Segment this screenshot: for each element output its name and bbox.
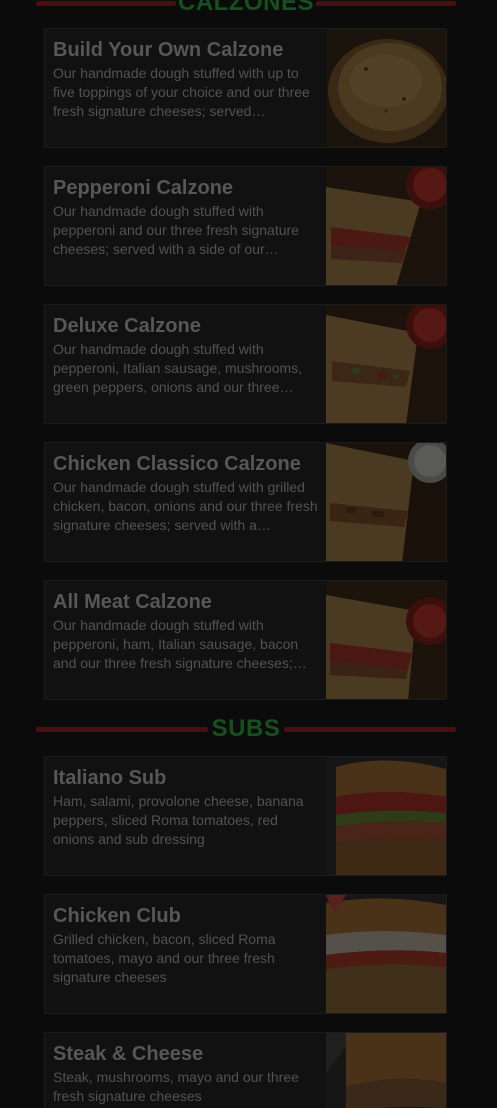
menu-item-card[interactable]: All Meat Calzone Our handmade dough stuf… [44, 580, 447, 700]
menu-item-card[interactable]: Deluxe Calzone Our handmade dough stuffe… [44, 304, 447, 424]
menu-item-text: Build Your Own Calzone Our handmade doug… [53, 37, 321, 121]
menu-item-card[interactable]: Italiano Sub Ham, salami, provolone chee… [44, 756, 447, 876]
section-header-subs: SUBS [36, 714, 456, 744]
calzone-photo [326, 305, 446, 423]
menu-item-name: Steak & Cheese [53, 1043, 204, 1065]
menu-item-name: Italiano Sub [53, 767, 167, 789]
calzone-photo [326, 29, 446, 147]
menu-item-name: Build Your Own Calzone [53, 39, 284, 61]
menu-item-name: All Meat Calzone [53, 591, 212, 613]
calzone-photo [326, 443, 446, 561]
menu-page: CALZONES Build Your Own Calzone Our hand… [0, 0, 497, 1108]
menu-item-text: Chicken Club Grilled chicken, bacon, sli… [53, 903, 321, 987]
sub-photo [326, 895, 446, 1013]
menu-item-text: Steak & Cheese Steak, mushrooms, mayo an… [53, 1041, 321, 1106]
menu-item-description: Our handmade dough stuffed with pepperon… [53, 617, 307, 671]
menu-item-description: Our handmade dough stuffed with up to fi… [53, 65, 310, 119]
calzone-photo [326, 581, 446, 699]
menu-item-card[interactable]: Chicken Classico Calzone Our handmade do… [44, 442, 447, 562]
menu-item-name: Deluxe Calzone [53, 315, 201, 337]
sub-photo [326, 1033, 446, 1108]
menu-item-card[interactable]: Chicken Club Grilled chicken, bacon, sli… [44, 894, 447, 1014]
section-title-subs: SUBS [211, 715, 281, 742]
menu-item-description: Our handmade dough stuffed with grilled … [53, 479, 318, 533]
menu-item-description: Our handmade dough stuffed with pepperon… [53, 341, 303, 395]
section-title-calzones: CALZONES [178, 0, 314, 16]
calzone-photo [326, 167, 446, 285]
menu-item-card[interactable]: Pepperoni Calzone Our handmade dough stu… [44, 166, 447, 286]
menu-item-text: Chicken Classico Calzone Our handmade do… [53, 451, 321, 535]
menu-item-card[interactable]: Build Your Own Calzone Our handmade doug… [44, 28, 447, 148]
menu-item-text: Deluxe Calzone Our handmade dough stuffe… [53, 313, 321, 397]
menu-item-name: Chicken Classico Calzone [53, 453, 301, 475]
menu-item-card[interactable]: Steak & Cheese Steak, mushrooms, mayo an… [44, 1032, 447, 1108]
menu-item-description: Ham, salami, provolone cheese, banana pe… [53, 793, 304, 847]
menu-item-name: Chicken Club [53, 905, 181, 927]
menu-item-text: All Meat Calzone Our handmade dough stuf… [53, 589, 321, 673]
menu-item-name: Pepperoni Calzone [53, 177, 234, 199]
menu-item-description: Grilled chicken, bacon, sliced Roma toma… [53, 931, 276, 985]
menu-item-description: Steak, mushrooms, mayo and our three fre… [53, 1069, 299, 1104]
menu-item-description: Our handmade dough stuffed with pepperon… [53, 203, 299, 257]
section-header-calzones: CALZONES [36, 0, 456, 18]
menu-item-text: Pepperoni Calzone Our handmade dough stu… [53, 175, 321, 259]
sub-photo [326, 757, 446, 875]
menu-item-text: Italiano Sub Ham, salami, provolone chee… [53, 765, 321, 849]
